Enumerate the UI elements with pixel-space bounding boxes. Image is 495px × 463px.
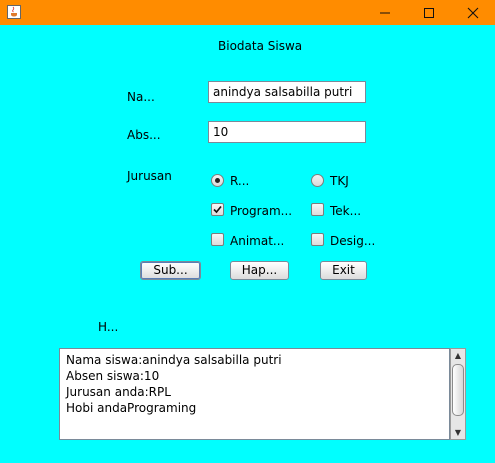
checkbox-teknik-label: Tek... xyxy=(330,204,362,218)
output-line: Absen siswa:10 xyxy=(66,369,160,383)
checkbox-teknik-box[interactable] xyxy=(311,203,324,216)
radio-tkj-label: TKJ xyxy=(330,174,349,188)
nama-field[interactable]: anindya salsabilla putri xyxy=(208,81,366,103)
maximize-button[interactable] xyxy=(407,0,451,25)
close-button[interactable] xyxy=(451,0,495,25)
exit-button[interactable]: Exit xyxy=(320,261,367,280)
checkbox-desain-box[interactable] xyxy=(311,233,324,246)
absen-label: Abs... xyxy=(127,128,161,142)
scroll-up-icon[interactable]: ▲ xyxy=(451,349,465,362)
radio-selected-dot xyxy=(215,178,220,183)
checkbox-animasi-label: Animat... xyxy=(230,234,285,248)
hapus-button[interactable]: Hap... xyxy=(230,261,289,280)
checkbox-animasi-box[interactable] xyxy=(211,233,224,246)
checkmark-icon xyxy=(213,205,222,214)
scrollbar-thumb[interactable] xyxy=(452,364,464,416)
nama-label: Na... xyxy=(127,90,155,104)
submit-button[interactable]: Sub... xyxy=(140,261,201,280)
output-textarea[interactable]: Nama siswa:anindya salsabilla putri Abse… xyxy=(59,348,450,440)
vertical-scrollbar[interactable]: ▲ ▼ xyxy=(450,348,466,440)
scroll-down-icon[interactable]: ▼ xyxy=(451,426,465,439)
title-bar xyxy=(0,0,495,25)
output-line: Nama siswa:anindya salsabilla putri xyxy=(66,353,282,367)
output-line: Jurusan anda:RPL xyxy=(66,385,171,399)
java-app-icon xyxy=(7,5,21,19)
form-panel: Biodata Siswa Na... anindya salsabilla p… xyxy=(0,25,495,463)
jurusan-label: Jurusan xyxy=(127,169,172,183)
minimize-button[interactable] xyxy=(363,0,407,25)
maximize-icon xyxy=(424,7,434,18)
close-icon xyxy=(467,7,479,18)
checkbox-programming-box[interactable] xyxy=(211,203,224,216)
minimize-icon xyxy=(380,12,390,13)
checkbox-desain-label: Desig... xyxy=(330,234,376,248)
output-line: Hobi andaPrograming xyxy=(66,401,197,415)
radio-tkj-indicator[interactable] xyxy=(311,174,324,187)
absen-field[interactable]: 10 xyxy=(208,121,366,143)
radio-rpl-indicator[interactable] xyxy=(211,174,224,187)
checkbox-programming-label: Program... xyxy=(230,204,293,218)
radio-rpl-label: R... xyxy=(230,174,250,188)
hasil-label: H... xyxy=(98,320,119,334)
form-heading: Biodata Siswa xyxy=(218,39,303,53)
